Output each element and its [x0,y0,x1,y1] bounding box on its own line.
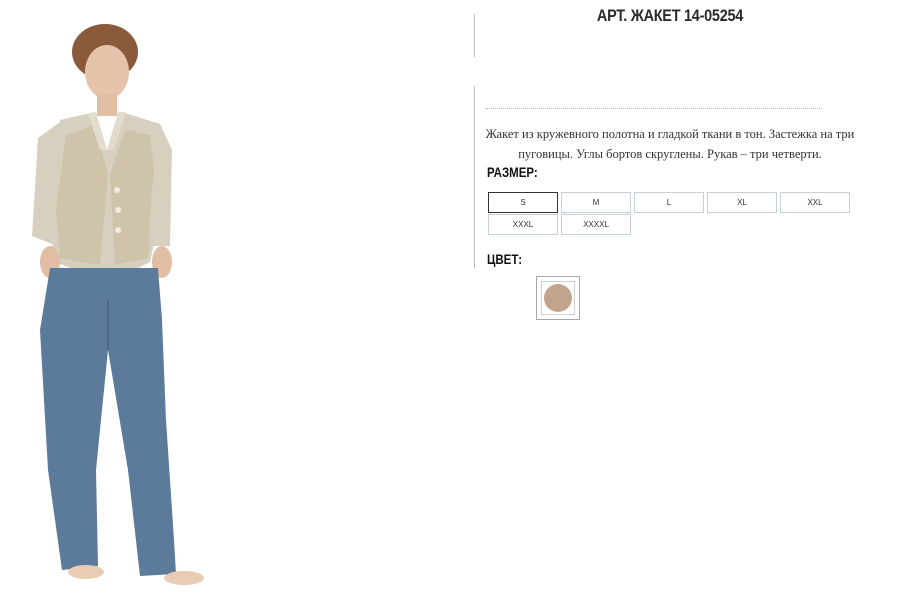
color-label: ЦВЕТ: [487,251,523,267]
size-option-m[interactable]: M [561,192,631,213]
color-swatch-frame [541,281,575,315]
size-option-s[interactable]: S [488,192,558,213]
dotted-divider [486,108,822,109]
divider [474,86,475,268]
size-option-xxl[interactable]: XXL [780,192,850,213]
product-description: Жакет из кружевного полотна и гладкой тк… [485,127,855,161]
size-label: РАЗМЕР: [487,164,538,180]
size-option-xl[interactable]: XL [707,192,777,213]
product-title: АРТ. ЖАКЕТ 14-05254 [596,6,744,25]
divider [474,14,475,57]
product-photo [0,0,470,603]
color-swatch[interactable] [536,276,580,320]
color-swatch-dot [544,284,572,312]
model-photo-icon [32,24,204,585]
size-option-l[interactable]: L [634,192,704,213]
size-option-xxxl[interactable]: XXXL [488,214,558,235]
size-option-xxxxl[interactable]: XXXXL [561,214,631,235]
